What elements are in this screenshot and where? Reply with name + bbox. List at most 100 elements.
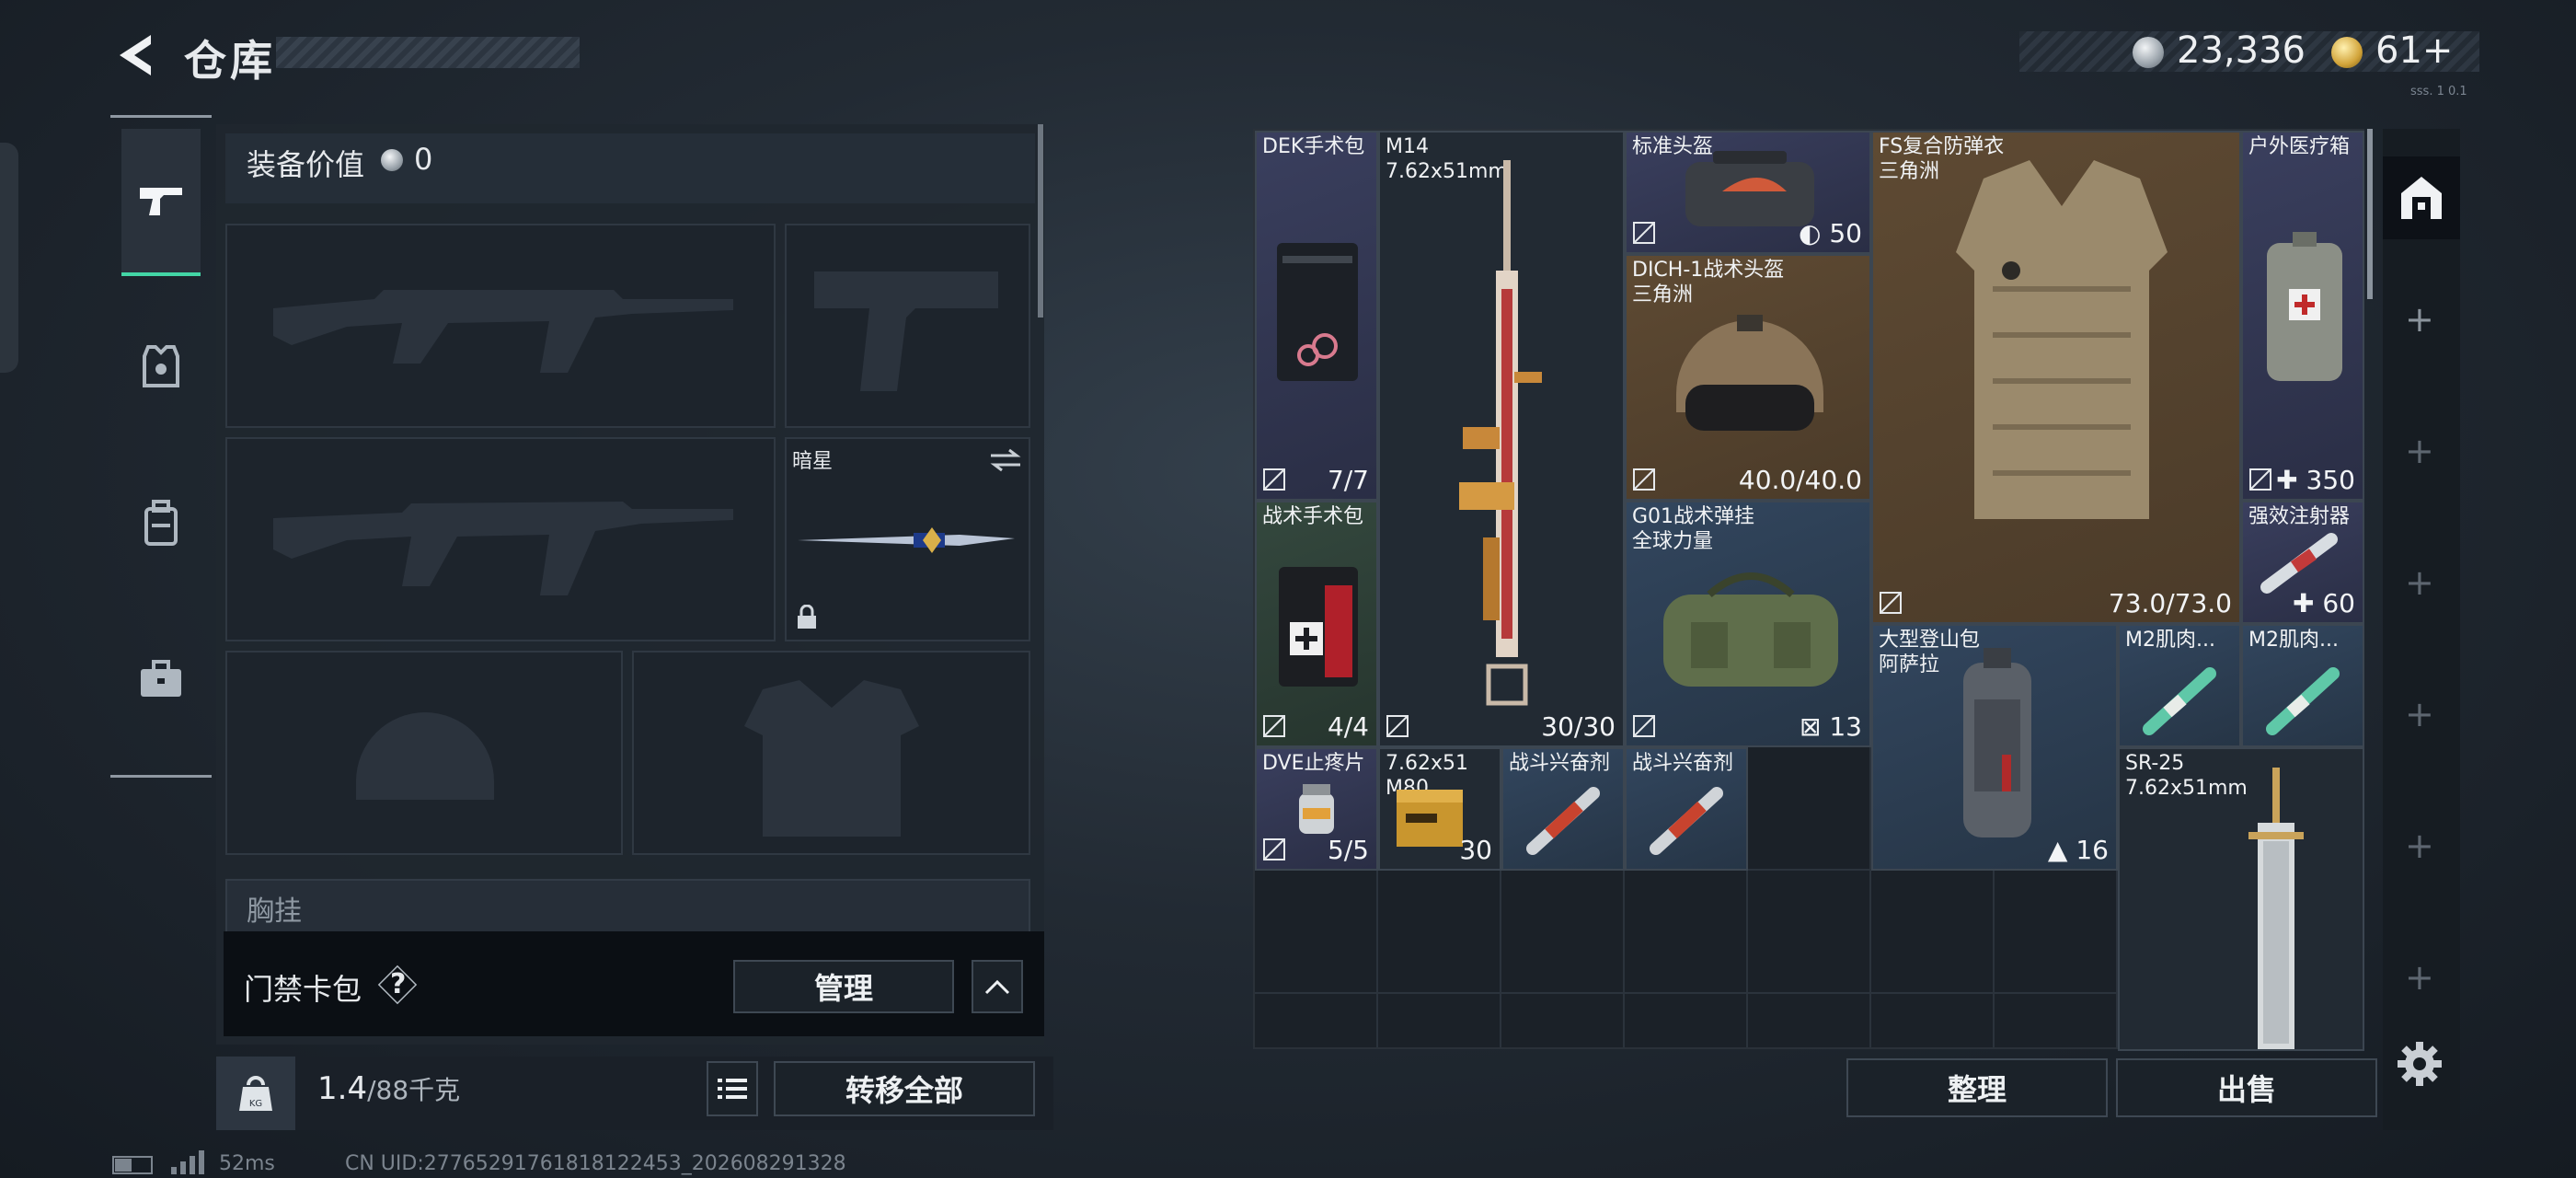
- weight-icon-box: KG: [216, 1057, 295, 1130]
- armor-vest-icon: [143, 345, 179, 387]
- item-durability: 50: [1829, 218, 1862, 248]
- bind-icon: [2249, 468, 2271, 491]
- storage-grid: DEK手术包 7/7 M14 7.62x51mm 30/30 标准头盔 ◐ 50 …: [1253, 129, 2364, 1051]
- storage-tab-slot[interactable]: +: [2405, 562, 2434, 603]
- armor-slot[interactable]: [632, 651, 1030, 855]
- body-armor-icon: [1956, 160, 2168, 519]
- storage-tab-slot[interactable]: +: [2405, 826, 2434, 866]
- item-m2-muscle-stim-2[interactable]: M2肌肉...: [2241, 624, 2364, 747]
- page-title: 仓库: [184, 36, 276, 86]
- tactical-helmet-icon: [1676, 315, 1823, 431]
- storage-tab-slot[interactable]: +: [2405, 431, 2434, 471]
- item-combat-stimulant-2[interactable]: 战斗兴奋剂: [1625, 747, 1748, 871]
- chest-rig-slot[interactable]: [225, 879, 1030, 934]
- loadout-scrollbar[interactable]: [1038, 124, 1043, 318]
- item-ammo-762x51-m80[interactable]: 7.62x51 M80 30: [1378, 747, 1501, 871]
- weight-current: 1.4: [317, 1070, 368, 1107]
- nav-weapons[interactable]: [121, 129, 201, 276]
- item-m14[interactable]: M14 7.62x51mm 30/30: [1378, 131, 1625, 747]
- weight-capacity: /88千克: [367, 1075, 461, 1105]
- add-storage-tab-button[interactable]: +: [2405, 299, 2434, 340]
- signal-icon: [171, 1150, 204, 1178]
- backpack-capacity-icon: ▲: [2047, 835, 2076, 865]
- item-outdoor-medical-kit[interactable]: 户外医疗箱 ✚ 350: [2241, 131, 2364, 501]
- nav-armor[interactable]: [121, 293, 201, 440]
- item-dve-painkiller[interactable]: DVE止疼片 5/5: [1255, 747, 1378, 871]
- armor-silhouette-icon: [744, 680, 919, 837]
- item-g01-chest-rig[interactable]: G01战术弹挂 全球力量 ⊠ 13: [1625, 501, 1871, 747]
- rifle-silhouette-icon: [273, 502, 733, 595]
- rifle-silhouette-icon: [273, 290, 733, 373]
- chest-rig-label: 胸挂: [247, 895, 302, 928]
- list-icon: [718, 1079, 747, 1099]
- item-dich1-helmet[interactable]: DICH-1战术头盔 三角洲 40.0/40.0: [1625, 254, 1871, 501]
- item-sr25[interactable]: SR-25 7.62x51mm: [2118, 747, 2364, 1051]
- item-large-climbing-backpack[interactable]: 大型登山包 阿萨拉 ▲ 16: [1871, 624, 2118, 871]
- briefcase-icon: [141, 660, 181, 697]
- stim-syringe-icon: [1650, 787, 1723, 855]
- nav-case[interactable]: [121, 606, 201, 753]
- item-m2-muscle-stim-1[interactable]: M2肌肉...: [2118, 624, 2241, 747]
- heal-plus-icon: ✚: [2276, 465, 2306, 495]
- item-name: 7.62x51: [1386, 752, 1468, 775]
- sell-button[interactable]: 出售: [2116, 1058, 2377, 1117]
- list-view-button[interactable]: [707, 1061, 758, 1116]
- item-standard-helmet[interactable]: 标准头盔 ◐ 50: [1625, 131, 1871, 254]
- item-name: SR-25: [2125, 752, 2185, 775]
- item-dek-surgical-kit[interactable]: DEK手术包 7/7: [1255, 131, 1378, 501]
- silver-currency-value: 23,336: [2177, 29, 2306, 72]
- bind-icon: [1633, 715, 1655, 737]
- uid-label: CN UID:27765291761818122453_202608291328: [345, 1152, 846, 1175]
- helmet-slot[interactable]: [225, 651, 623, 855]
- item-strong-injector[interactable]: 强效注射器 ✚ 60: [2241, 501, 2364, 624]
- equipment-value: 0: [414, 142, 433, 177]
- duffel-rig-icon: [1663, 572, 1838, 687]
- secondary-weapon-slot[interactable]: [225, 437, 776, 641]
- swap-icon[interactable]: [987, 446, 1024, 474]
- item-combat-stimulant-1[interactable]: 战斗兴奋剂: [1501, 747, 1625, 871]
- help-icon[interactable]: ?: [390, 968, 406, 1000]
- item-tactical-surgical-kit[interactable]: 战术手术包 4/4: [1255, 501, 1378, 747]
- item-subtitle: 全球力量: [1632, 530, 1714, 553]
- collapse-button[interactable]: [972, 960, 1023, 1013]
- helmet-silhouette-icon: [356, 712, 494, 800]
- rifle-m14-icon: [1459, 160, 1542, 706]
- equipment-value-label: 装备价值: [247, 147, 365, 182]
- item-name: DICH-1战术头盔: [1632, 259, 1785, 282]
- item-fs-body-armor[interactable]: FS复合防弹衣 三角洲 73.0/73.0: [1871, 131, 2241, 624]
- home-storage-icon: [2401, 177, 2442, 219]
- item-subtitle: 阿萨拉: [1879, 653, 1940, 676]
- back-arrow-icon[interactable]: [110, 31, 160, 79]
- primary-weapon-slot[interactable]: [225, 224, 776, 428]
- storage-tab-slot[interactable]: +: [2405, 694, 2434, 734]
- capacity-icon: ⊠: [1799, 711, 1830, 742]
- title-stripe: [276, 37, 580, 68]
- gold-currency-value[interactable]: 61+: [2375, 29, 2453, 72]
- item-capacity: 16: [2076, 835, 2109, 865]
- storage-tab-main[interactable]: [2383, 156, 2460, 239]
- bind-icon: [1386, 715, 1409, 737]
- manage-button[interactable]: 管理: [733, 960, 954, 1013]
- weight-display: 1.4/88千克: [317, 1070, 460, 1107]
- nav-backpack[interactable]: [121, 449, 201, 596]
- chevron-up-icon: [984, 979, 1010, 995]
- bind-icon: [1633, 468, 1655, 491]
- tactical-medkit-icon: [1279, 567, 1358, 687]
- pistol-slot[interactable]: [785, 224, 1030, 428]
- ammo-box-icon: [1397, 790, 1463, 847]
- storage-scrollbar[interactable]: [2367, 129, 2373, 299]
- transfer-all-button[interactable]: 转移全部: [774, 1061, 1035, 1116]
- side-drawer-handle[interactable]: [0, 143, 18, 373]
- bind-icon: [1880, 592, 1902, 614]
- sort-button[interactable]: 整理: [1846, 1058, 2108, 1117]
- rifle-sr25-icon: [2248, 768, 2304, 1049]
- bind-icon: [1263, 468, 1285, 491]
- item-subtitle: 7.62x51mm: [2125, 777, 2248, 800]
- melee-slot[interactable]: 暗星: [785, 437, 1030, 641]
- gear-icon[interactable]: [2396, 1040, 2444, 1091]
- injector-icon: [2260, 533, 2338, 594]
- item-heal-amount: 60: [2322, 588, 2355, 618]
- lock-icon: [798, 605, 816, 629]
- storage-tab-slot[interactable]: +: [2405, 957, 2434, 998]
- knife-icon: [798, 527, 1015, 553]
